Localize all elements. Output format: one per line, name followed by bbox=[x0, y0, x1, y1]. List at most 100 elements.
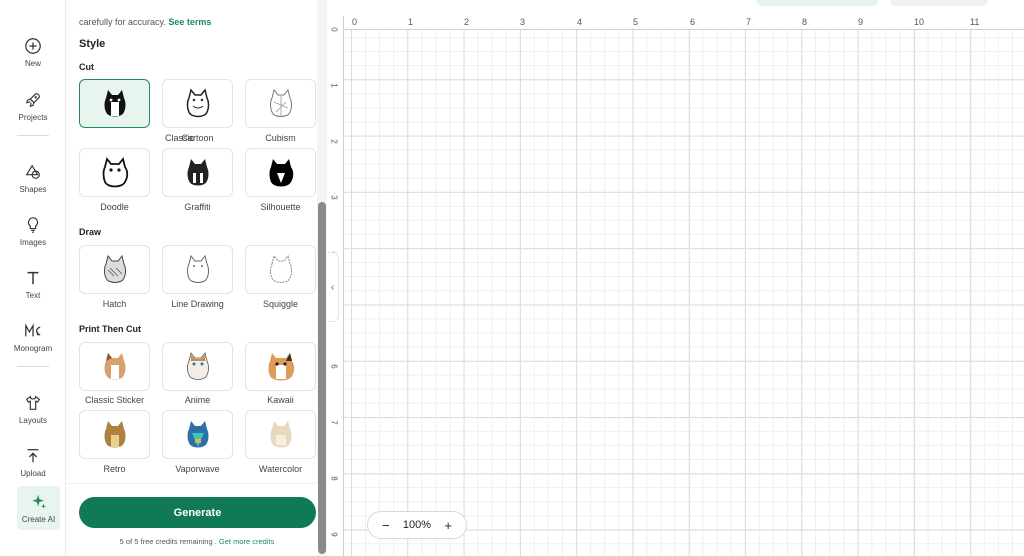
monogram-icon bbox=[25, 322, 41, 336]
rail-label: Upload bbox=[20, 468, 46, 478]
ruler-y-tick: 9 bbox=[329, 532, 339, 537]
rail-item-monogram[interactable]: Monogram bbox=[0, 313, 66, 361]
ruler-y-tick: 0 bbox=[329, 27, 339, 32]
shirt-icon bbox=[25, 395, 41, 410]
rail-item-upload[interactable]: Upload bbox=[0, 438, 66, 486]
ruler-y-tick: 6 bbox=[329, 364, 339, 369]
rail-item-projects[interactable]: Projects bbox=[0, 82, 66, 130]
ruler-y-tick: 1 bbox=[329, 83, 339, 88]
section-print-then-cut-heading: Print Then Cut bbox=[79, 324, 141, 334]
get-more-credits-link[interactable]: Get more credits bbox=[219, 537, 274, 546]
style-card-anime[interactable] bbox=[162, 342, 233, 391]
ruler-x-tick: 9 bbox=[858, 17, 864, 27]
canvas-grid[interactable] bbox=[344, 30, 1024, 556]
style-card-classic[interactable] bbox=[79, 79, 150, 128]
style-label: Silhouette bbox=[260, 202, 301, 212]
cat-hatch-icon bbox=[103, 254, 126, 283]
ruler-x-tick: 6 bbox=[690, 17, 696, 27]
cat-classic-sticker-icon bbox=[104, 352, 125, 379]
style-label: Anime bbox=[184, 395, 211, 405]
cat-kawaii-icon bbox=[268, 352, 294, 380]
ruler-x-tick: 4 bbox=[577, 17, 583, 27]
ruler-x-tick: 5 bbox=[633, 17, 639, 27]
panel-scrollbar-thumb[interactable] bbox=[318, 202, 326, 554]
rail-divider bbox=[17, 366, 49, 367]
style-label: Doodle bbox=[100, 202, 129, 212]
style-card-doodle[interactable] bbox=[79, 148, 150, 197]
ruler-x-tick: 1 bbox=[408, 17, 414, 27]
rail-item-shapes[interactable]: Shapes bbox=[0, 154, 66, 202]
cat-anime-icon bbox=[186, 351, 209, 380]
style-label: Line Drawing bbox=[171, 299, 224, 309]
cat-cubism-icon bbox=[269, 88, 292, 117]
style-card-cartoon[interactable] bbox=[162, 79, 233, 128]
style-card-graffiti[interactable] bbox=[162, 148, 233, 197]
ruler-x-tick: 10 bbox=[914, 17, 925, 27]
credits-info: 5 of 5 free credits remaining . Get more… bbox=[66, 537, 328, 546]
rail-label: Monogram bbox=[13, 343, 53, 353]
top-action-button[interactable] bbox=[756, 0, 878, 6]
style-card-squiggle[interactable] bbox=[245, 245, 316, 294]
style-card-retro[interactable] bbox=[79, 410, 150, 459]
ruler-y-tick: 8 bbox=[329, 476, 339, 481]
cat-retro-icon bbox=[104, 420, 125, 447]
style-card-classic-sticker[interactable] bbox=[79, 342, 150, 391]
rail-item-create-ai[interactable]: Create AI bbox=[17, 486, 60, 530]
ruler-x-tick: 2 bbox=[464, 17, 470, 27]
generate-button[interactable]: Generate bbox=[79, 497, 316, 528]
terms-notice-text: carefully for accuracy. bbox=[79, 17, 166, 27]
section-cut-heading: Cut bbox=[79, 62, 94, 72]
rail-item-layouts[interactable]: Layouts bbox=[0, 385, 66, 433]
rail-item-new[interactable]: New bbox=[0, 28, 66, 76]
credits-text: 5 of 5 free credits remaining . bbox=[119, 537, 217, 546]
section-draw-heading: Draw bbox=[79, 227, 102, 237]
lightbulb-icon bbox=[27, 216, 39, 233]
rail-label: Layouts bbox=[18, 415, 48, 425]
style-card-watercolor[interactable] bbox=[245, 410, 316, 459]
style-card-vaporwave[interactable] bbox=[162, 410, 233, 459]
zoom-out-button[interactable]: − bbox=[382, 518, 390, 533]
ruler-y-tick: 2 bbox=[329, 139, 339, 144]
rail-item-text[interactable]: Text bbox=[0, 260, 66, 308]
style-card-hatch[interactable] bbox=[79, 245, 150, 294]
style-label: Classic Sticker bbox=[84, 395, 144, 405]
rail-divider bbox=[17, 135, 49, 136]
create-ai-style-panel: carefully for accuracy. See terms Style … bbox=[66, 0, 330, 556]
rocket-icon bbox=[25, 92, 40, 107]
style-label: Hatch bbox=[102, 299, 127, 309]
sparkle-icon bbox=[31, 494, 46, 509]
rail-item-images[interactable]: Images bbox=[0, 207, 66, 255]
cat-classic-icon bbox=[104, 89, 125, 116]
style-label: Vaporwave bbox=[175, 464, 220, 474]
upload-icon bbox=[27, 448, 39, 462]
zoom-level: 100% bbox=[402, 519, 432, 531]
top-secondary-button[interactable] bbox=[890, 0, 988, 6]
ruler-x-tick: 11 bbox=[970, 17, 980, 27]
style-card-kawaii[interactable] bbox=[245, 342, 316, 391]
style-card-line-drawing[interactable] bbox=[162, 245, 233, 294]
cat-graffiti-icon bbox=[187, 158, 208, 185]
rail-label: Images bbox=[19, 237, 47, 247]
style-heading: Style bbox=[79, 38, 106, 50]
ruler-x-tick: 3 bbox=[520, 17, 526, 27]
ruler-y-tick: 7 bbox=[329, 420, 339, 425]
cat-watercolor-icon bbox=[270, 420, 291, 447]
rail-label: Shapes bbox=[19, 184, 47, 194]
zoom-control: − 100% + bbox=[367, 511, 467, 539]
cat-cartoon-icon bbox=[186, 87, 209, 117]
ruler-x-tick: 8 bbox=[802, 17, 808, 27]
style-label: Cubism bbox=[265, 133, 296, 143]
cat-doodle-icon bbox=[102, 156, 128, 187]
style-label: Cartoon bbox=[181, 133, 214, 143]
collapse-panel-button[interactable]: ‹ bbox=[327, 252, 339, 322]
style-label: Graffiti bbox=[184, 202, 211, 212]
rail-label: Projects bbox=[18, 112, 48, 122]
see-terms-link[interactable]: See terms bbox=[168, 17, 211, 27]
style-card-silhouette[interactable] bbox=[245, 148, 316, 197]
style-card-cubism[interactable] bbox=[245, 79, 316, 128]
rail-label: New bbox=[24, 58, 41, 68]
cat-squiggle-icon bbox=[269, 254, 292, 283]
ruler-x-tick: 7 bbox=[746, 17, 752, 27]
zoom-in-button[interactable]: + bbox=[444, 518, 452, 533]
style-label: Watercolor bbox=[258, 464, 303, 474]
